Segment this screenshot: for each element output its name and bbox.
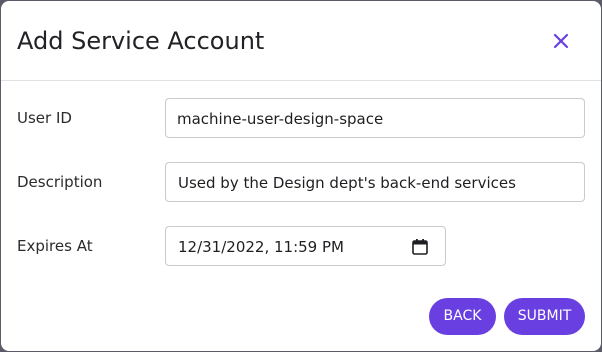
- close-button[interactable]: [547, 27, 575, 55]
- dialog-title: Add Service Account: [17, 27, 265, 55]
- user-id-field[interactable]: machine-user-design-space: [165, 98, 585, 138]
- user-id-label: User ID: [17, 109, 72, 127]
- close-icon: [553, 33, 569, 49]
- description-label: Description: [17, 173, 103, 191]
- user-id-value: machine-user-design-space: [177, 110, 384, 128]
- back-button[interactable]: BACK: [429, 298, 496, 335]
- calendar-icon[interactable]: [411, 238, 429, 256]
- expires-at-field[interactable]: 12/31/2022, 11:59 PM: [165, 226, 446, 266]
- expires-at-label: Expires At: [17, 237, 93, 255]
- submit-button[interactable]: SUBMIT: [504, 298, 585, 335]
- description-field[interactable]: Used by the Design dept's back-end servi…: [165, 162, 585, 202]
- description-value: Used by the Design dept's back-end servi…: [178, 174, 516, 192]
- dialog-header: Add Service Account: [1, 1, 601, 81]
- add-service-account-dialog: Add Service Account User ID machine-user…: [1, 1, 601, 351]
- expires-at-value: 12/31/2022, 11:59 PM: [178, 238, 344, 256]
